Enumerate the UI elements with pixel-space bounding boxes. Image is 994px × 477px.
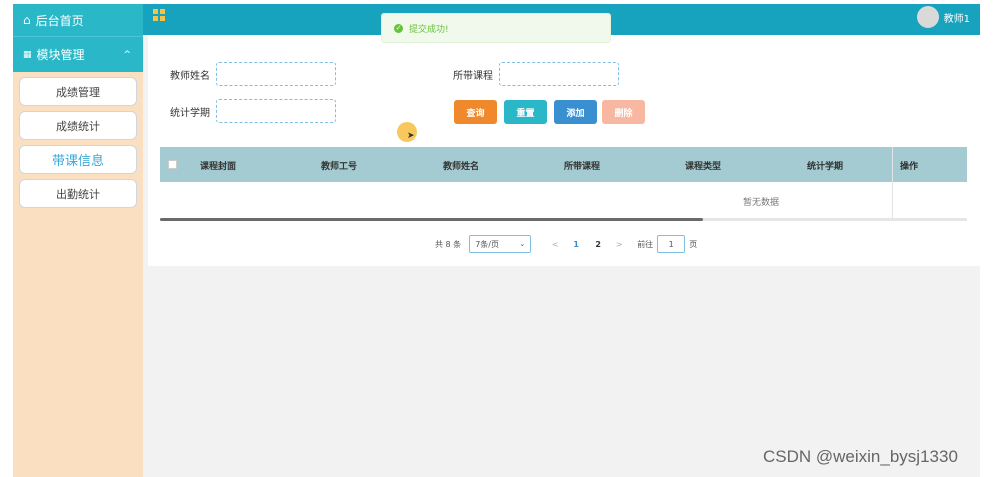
success-check-icon: ✓ [394, 23, 403, 33]
table-header: 课程封面 教师工号 教师姓名 所带课程 课程类型 统计学期 操作 [160, 147, 967, 182]
user-name: 教师1 [943, 13, 970, 25]
term-input[interactable] [216, 99, 336, 123]
main-content: 教师姓名 所带课程 统计学期 查询 重置 添加 删除 课程封面 教师工号 教师姓… [143, 35, 980, 477]
sidebar-item-teaching-info[interactable]: 带课信息 [19, 145, 137, 174]
empty-state-text: 暂无数据 [743, 198, 780, 208]
chevron-down-icon: ⌄ [519, 240, 526, 248]
sidebar: ⌂ 后台首页 ▦ 模块管理 ^ 成绩管理 成绩统计 带课信息 出勤统计 [13, 4, 143, 477]
mouse-cursor-icon: ➤ [407, 131, 415, 141]
sidebar-item-score-statistics[interactable]: 成绩统计 [19, 111, 137, 140]
module-grid-icon: ▦ [23, 49, 32, 60]
page-number[interactable]: 1 [565, 240, 587, 249]
term-label: 统计学期 [170, 108, 210, 119]
goto-label: 前往 [637, 239, 654, 249]
goto-suffix: 页 [689, 239, 698, 249]
sidebar-section-modules[interactable]: ▦ 模块管理 ^ [13, 36, 143, 72]
user-menu[interactable]: 教师1 [916, 6, 970, 28]
course-label: 所带课程 [453, 71, 493, 82]
sidebar-item-label: 出勤统计 [56, 187, 100, 201]
teacher-name-label: 教师姓名 [170, 71, 210, 82]
home-icon: ⌂ [23, 13, 31, 27]
sidebar-home-label: 后台首页 [35, 13, 84, 28]
column-header: 教师姓名 [443, 162, 480, 172]
sidebar-home[interactable]: ⌂ 后台首页 [13, 4, 143, 36]
page-number[interactable]: 2 [587, 240, 609, 249]
success-toast: ✓ 提交成功! [381, 13, 611, 43]
pagination-total: 共 8 条 [435, 239, 462, 249]
page-size-select[interactable]: 7条/页 ⌄ [469, 235, 532, 253]
sidebar-item-label: 成绩统计 [56, 119, 100, 133]
column-header: 教师工号 [321, 162, 358, 172]
pagination: 共 8 条 7条/页 ⌄ < 1 2 > 前往 1 页 [435, 235, 697, 253]
horizontal-scrollbar-thumb[interactable] [160, 218, 703, 221]
column-header: 课程封面 [200, 162, 237, 172]
add-button[interactable]: 添加 [554, 100, 597, 124]
content-panel: 教师姓名 所带课程 统计学期 查询 重置 添加 删除 课程封面 教师工号 教师姓… [148, 35, 980, 266]
grid-menu-icon[interactable] [153, 9, 165, 21]
toast-message: 提交成功! [409, 24, 449, 35]
course-input[interactable] [499, 62, 619, 86]
avatar[interactable] [916, 6, 939, 28]
goto-page-value: 1 [668, 239, 674, 249]
teacher-name-input[interactable] [216, 62, 336, 86]
sidebar-item-score-management[interactable]: 成绩管理 [19, 77, 137, 106]
column-header: 所带课程 [564, 162, 601, 172]
next-page-button[interactable]: > [609, 240, 629, 249]
prev-page-button[interactable]: < [545, 240, 565, 249]
sidebar-section-label: 模块管理 [36, 48, 85, 62]
sidebar-item-label: 成绩管理 [56, 85, 100, 99]
app-frame: ⌂ 后台首页 ▦ 模块管理 ^ 成绩管理 成绩统计 带课信息 出勤统计 教师1 [0, 0, 994, 477]
page-size-value: 7条/页 [475, 239, 499, 249]
table-body: 暂无数据 [160, 182, 967, 218]
sidebar-item-label: 带课信息 [51, 154, 104, 169]
column-header: 统计学期 [807, 162, 844, 172]
delete-button[interactable]: 删除 [602, 100, 645, 124]
sidebar-item-attendance-statistics[interactable]: 出勤统计 [19, 179, 137, 208]
search-button[interactable]: 查询 [454, 100, 497, 124]
column-header: 课程类型 [685, 162, 722, 172]
chevron-up-icon: ^ [123, 50, 131, 60]
watermark: CSDN @weixin_bysj1330 [763, 447, 958, 466]
data-table: 课程封面 教师工号 教师姓名 所带课程 课程类型 统计学期 操作 暂无数据 [160, 147, 967, 221]
goto-page-input[interactable]: 1 [657, 235, 686, 253]
reset-button[interactable]: 重置 [504, 100, 547, 124]
operations-column [892, 147, 967, 218]
select-all-checkbox[interactable] [168, 160, 177, 169]
